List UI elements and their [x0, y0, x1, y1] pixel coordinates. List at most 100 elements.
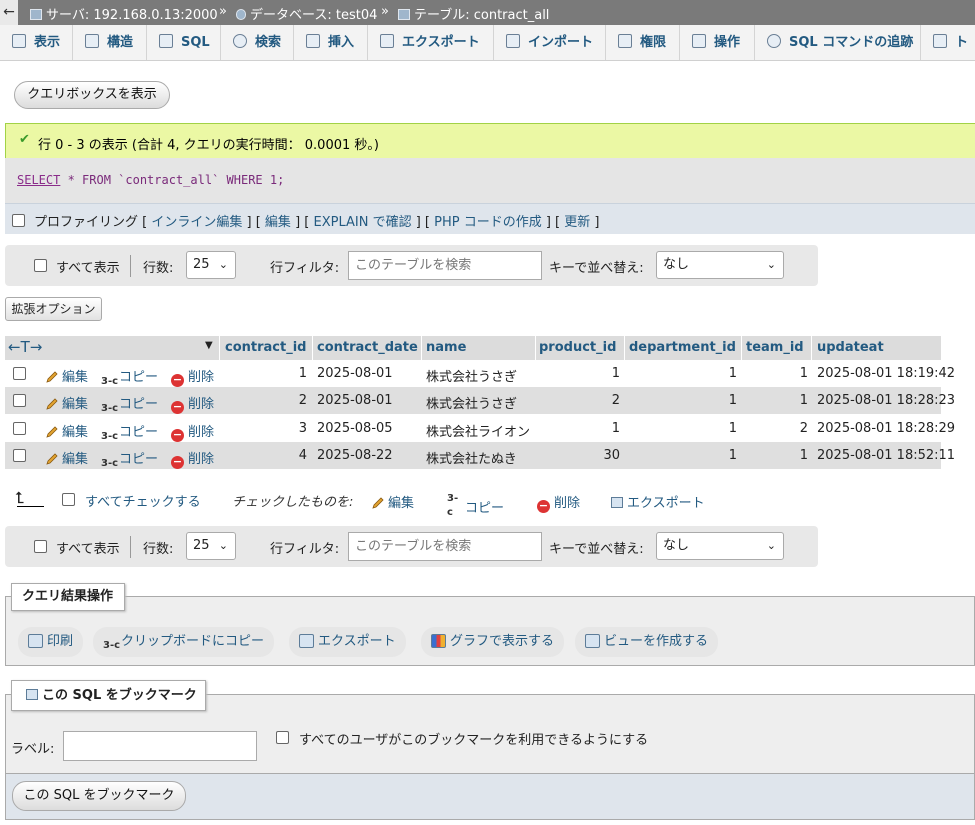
- bulk-edit-button[interactable]: 編集: [371, 492, 414, 511]
- bookmark-submit-button[interactable]: この SQL をブックマーク: [12, 781, 186, 811]
- cell-name: 株式会社うさぎ: [426, 370, 518, 385]
- copy-to-clipboard-button[interactable]: 3-cクリップボードにコピー: [93, 627, 275, 657]
- row-edit-button[interactable]: 編集: [45, 421, 88, 440]
- profiling-bar: プロファイリング [ インライン編集 ] [ 編集 ] [ EXPLAIN で確…: [5, 203, 975, 234]
- row-checkbox[interactable]: [13, 394, 26, 407]
- row-copy-button[interactable]: 3-cコピー: [101, 448, 158, 471]
- triggers-icon: [933, 34, 947, 48]
- row-copy-button[interactable]: 3-cコピー: [101, 366, 158, 389]
- tab-insert[interactable]: 挿入: [294, 25, 368, 60]
- chart-icon: [431, 634, 446, 648]
- tab-export[interactable]: エクスポート: [368, 25, 494, 60]
- share-bookmark-checkbox[interactable]: [276, 731, 289, 744]
- rows-select[interactable]: 25 ⌄: [186, 532, 236, 560]
- breadcrumb-server[interactable]: サーバ: 192.168.0.13:2000: [30, 4, 218, 23]
- column-header-contract-id[interactable]: contract_id: [225, 340, 306, 355]
- refresh-link[interactable]: 更新: [564, 215, 590, 230]
- explain-link[interactable]: EXPLAIN で確認: [313, 215, 411, 230]
- create-view-button[interactable]: ビューを作成する: [575, 627, 719, 657]
- breadcrumb-table[interactable]: テーブル: contract_all: [398, 4, 549, 23]
- sql-query-display: SELECT * FROM `contract_all` WHERE 1;: [5, 158, 975, 203]
- cell-name: 株式会社ライオン: [426, 425, 531, 440]
- column-header-name[interactable]: name: [426, 340, 466, 355]
- row-delete-button[interactable]: − 削除: [171, 393, 214, 414]
- breadcrumb-separator: »: [219, 4, 227, 19]
- breadcrumb-database[interactable]: データベース: test04: [236, 4, 377, 23]
- divider: [130, 536, 131, 558]
- row-filter-input[interactable]: このテーブルを検索: [348, 532, 542, 561]
- navigation-bar-bottom: すべて表示 行数: 25 ⌄ 行フィルタ: このテーブルを検索 キーで並べ替え: …: [5, 526, 818, 567]
- sort-select[interactable]: なし ⌄: [656, 532, 784, 560]
- row-delete-button[interactable]: − 削除: [171, 366, 214, 387]
- edit-link[interactable]: 編集: [265, 215, 291, 230]
- rows-select[interactable]: 25 ⌄: [186, 251, 236, 279]
- column-header-department-id[interactable]: department_id: [629, 340, 736, 355]
- tab-structure[interactable]: 構造: [73, 25, 147, 60]
- column-header-team-id[interactable]: team_id: [746, 340, 804, 355]
- php-code-link[interactable]: PHP コードの作成: [434, 215, 542, 230]
- row-checkbox[interactable]: [13, 449, 26, 462]
- cell-contract-id: 3: [298, 421, 307, 436]
- column-header-updateat[interactable]: updateat: [817, 340, 884, 355]
- print-button[interactable]: 印刷: [18, 627, 84, 657]
- cell-updateat: 2025-08-01 18:28:23: [817, 393, 956, 408]
- filter-label: 行フィルタ:: [270, 261, 340, 276]
- sort-dropdown-icon[interactable]: ▼: [205, 340, 213, 351]
- cell-contract-date: 2025-08-01: [317, 366, 393, 381]
- row-edit-button[interactable]: 編集: [45, 366, 88, 385]
- bookmark-label-input[interactable]: [63, 731, 257, 761]
- show-all-checkbox[interactable]: [34, 259, 47, 272]
- column-resize-arrows-icon[interactable]: ←T→: [8, 338, 42, 356]
- row-copy-button[interactable]: 3-cコピー: [101, 421, 158, 444]
- tab-triggers[interactable]: ト: [921, 25, 975, 60]
- tab-operations[interactable]: 操作: [680, 25, 755, 60]
- profiling-checkbox[interactable]: [12, 214, 25, 227]
- sql-keyword-link[interactable]: SELECT: [17, 173, 60, 187]
- cell-department-id: 1: [728, 366, 737, 381]
- tab-browse[interactable]: 表示: [0, 25, 73, 60]
- rows-label: 行数:: [143, 542, 174, 557]
- divider: [130, 255, 131, 277]
- table-row: 編集 3-cコピー − 削除 1 2025-08-01 株式会社うさぎ 1 1 1 2025-08-…: [5, 360, 955, 389]
- sql-icon: [159, 34, 173, 48]
- check-all-checkbox[interactable]: [62, 493, 75, 506]
- bulk-delete-button[interactable]: − 削除: [537, 492, 580, 513]
- query-ops-legend: クエリ結果操作: [11, 583, 125, 611]
- row-checkbox[interactable]: [13, 367, 26, 380]
- rows-label: 行数:: [143, 261, 174, 276]
- tab-import[interactable]: インポート: [494, 25, 606, 60]
- show-all-checkbox[interactable]: [34, 540, 47, 553]
- check-all-label[interactable]: すべてチェックする: [85, 491, 201, 510]
- export-button[interactable]: エクスポート: [289, 627, 406, 657]
- tab-search[interactable]: 検索: [221, 25, 294, 60]
- breadcrumb-separator: »: [381, 4, 389, 19]
- display-chart-button[interactable]: グラフで表示する: [421, 627, 565, 657]
- show-query-box-button[interactable]: クエリボックスを表示: [14, 81, 170, 109]
- row-filter-input[interactable]: このテーブルを検索: [348, 251, 542, 280]
- tab-privileges[interactable]: 権限: [606, 25, 680, 60]
- bulk-copy-button[interactable]: 3-c コピー: [447, 492, 504, 518]
- row-edit-button[interactable]: 編集: [45, 393, 88, 412]
- bulk-export-button[interactable]: エクスポート: [611, 492, 705, 511]
- pencil-icon: [46, 453, 58, 465]
- pencil-icon: [46, 371, 58, 383]
- column-header-product-id[interactable]: product_id: [539, 340, 616, 355]
- eye-icon: [767, 34, 781, 48]
- tab-sql[interactable]: SQL: [147, 25, 221, 60]
- row-delete-button[interactable]: − 削除: [171, 448, 214, 469]
- inline-edit-link[interactable]: インライン編集: [151, 215, 242, 230]
- back-arrow-icon[interactable]: ←: [0, 0, 18, 25]
- table-header: ←T→ ▼ contract_id contract_date name pro…: [5, 336, 941, 360]
- row-copy-button[interactable]: 3-cコピー: [101, 393, 158, 416]
- row-edit-button[interactable]: 編集: [45, 448, 88, 467]
- chevron-down-icon: ⌄: [218, 539, 228, 552]
- tab-tracking[interactable]: SQL コマンドの追跡: [755, 25, 921, 60]
- create-view-icon: [585, 634, 600, 648]
- column-header-contract-date[interactable]: contract_date: [317, 340, 418, 355]
- extended-options-button[interactable]: 拡張オプション: [5, 297, 102, 321]
- sort-select[interactable]: なし ⌄: [656, 251, 784, 279]
- copy-icon: 3-c: [447, 493, 459, 518]
- breadcrumb: ← サーバ: 192.168.0.13:2000 » データベース: test0…: [0, 0, 975, 25]
- row-delete-button[interactable]: − 削除: [171, 421, 214, 442]
- row-checkbox[interactable]: [13, 422, 26, 435]
